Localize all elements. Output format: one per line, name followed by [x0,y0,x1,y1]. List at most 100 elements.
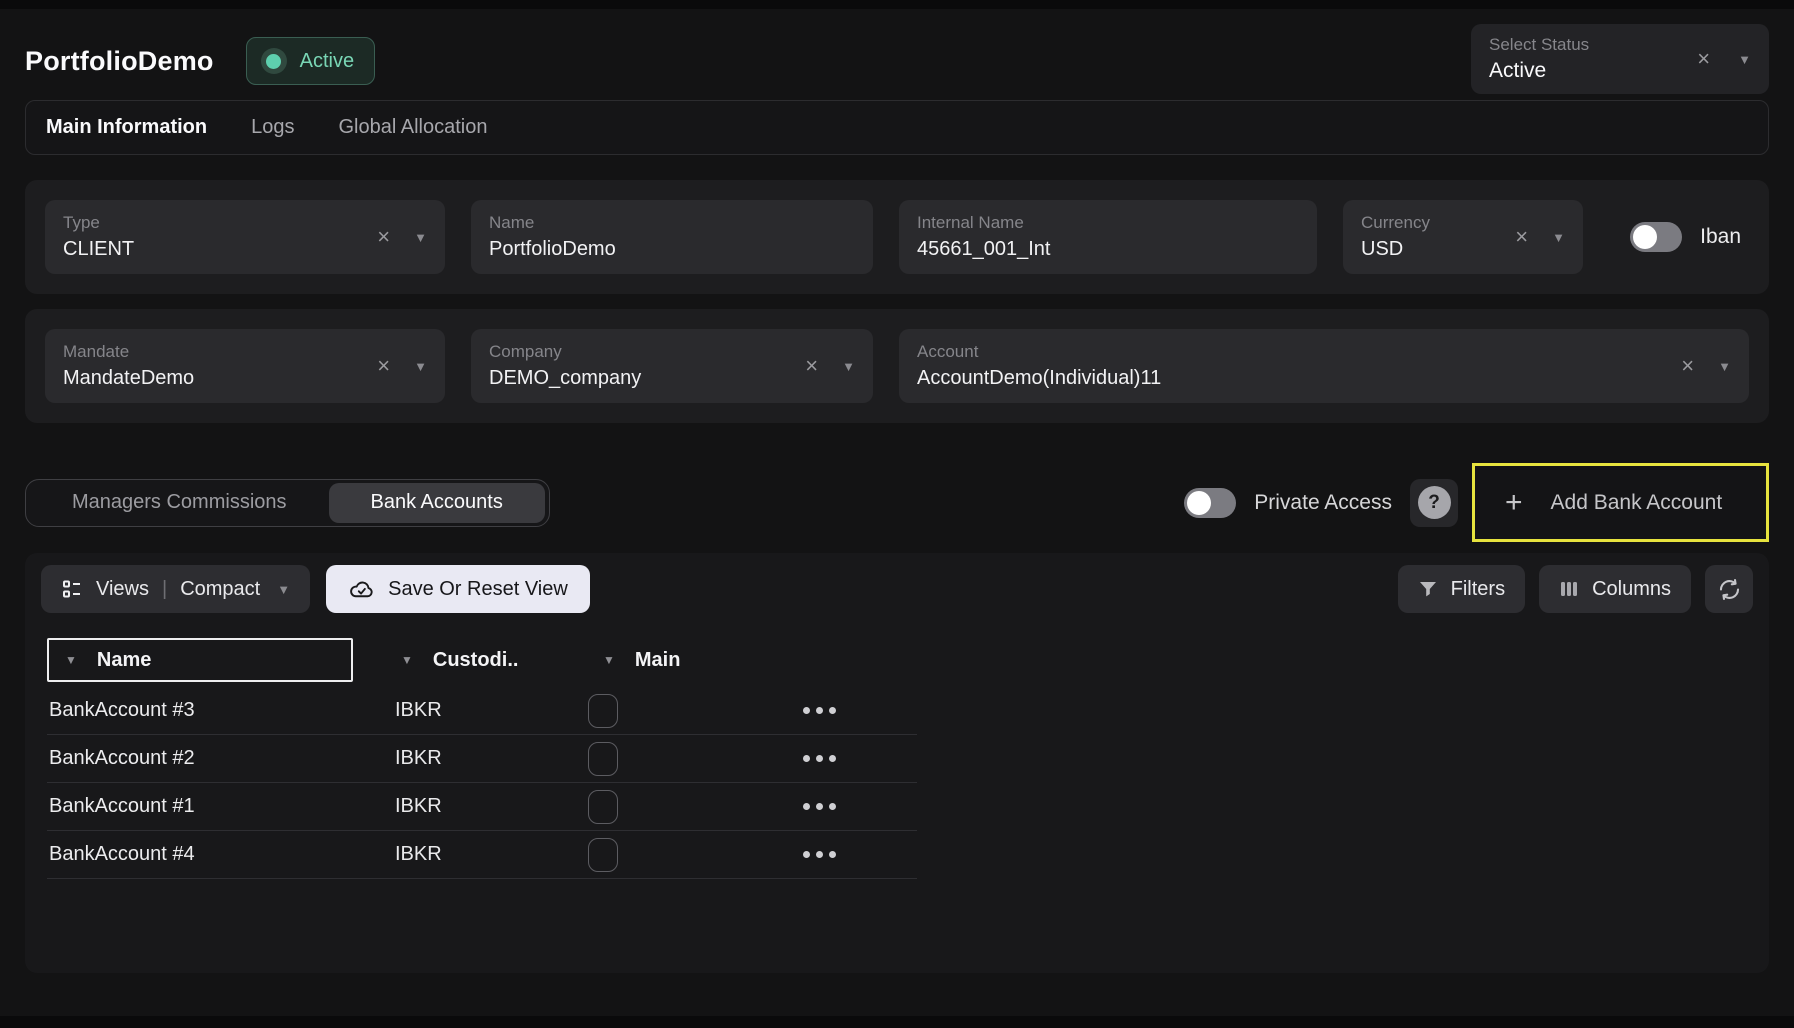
column-header-main[interactable]: ▼ Main [588,649,803,672]
currency-select[interactable]: Currency USD × ▼ [1343,200,1583,274]
table-header-row: ▼ Name ▼ Custodi.. ▼ Main [47,637,917,683]
views-button[interactable]: Views | Compact ▼ [41,565,310,613]
row-actions-menu-icon[interactable] [803,851,917,858]
bank-account-custodian: IBKR [353,843,588,866]
chevron-down-icon[interactable]: ▼ [414,231,427,244]
status-select-value: Active [1489,59,1697,83]
columns-button[interactable]: Columns [1539,565,1691,613]
main-checkbox[interactable] [588,838,618,872]
clear-icon[interactable]: × [377,355,390,377]
tab-logs[interactable]: Logs [251,116,294,139]
clear-icon[interactable]: × [377,226,390,248]
status-select-dropdown[interactable]: Select Status Active × ▼ [1471,24,1769,94]
save-or-reset-label: Save Or Reset View [388,578,568,601]
company-select[interactable]: Company DEMO_company × ▼ [471,329,873,403]
save-or-reset-view-button[interactable]: Save Or Reset View [326,565,590,613]
help-button[interactable]: ? [1410,479,1458,527]
row-actions-menu-icon[interactable] [803,803,917,810]
sort-chevron-icon[interactable]: ▼ [401,654,413,666]
clear-icon[interactable]: × [1515,226,1528,248]
table-row[interactable]: BankAccount #4 IBKR [47,831,917,879]
sort-chevron-icon[interactable]: ▼ [603,654,615,666]
main-checkbox[interactable] [588,790,618,824]
tab-global-allocation[interactable]: Global Allocation [338,116,487,139]
bank-account-custodian: IBKR [353,747,588,770]
status-badge-label: Active [300,50,354,73]
account-select[interactable]: Account AccountDemo(Individual)11 × ▼ [899,329,1749,403]
name-field[interactable]: Name PortfolioDemo [471,200,873,274]
type-select-icons: × ▼ [365,226,427,248]
type-value: CLIENT [63,238,365,261]
account-label: Account [917,342,1669,362]
form-panel-row1: Type CLIENT × ▼ Name PortfolioDemo Inter… [25,180,1769,294]
row-actions-menu-icon[interactable] [803,755,917,762]
column-header-name[interactable]: ▼ Name [47,638,353,682]
mandate-value: MandateDemo [63,367,365,390]
mandate-select[interactable]: Mandate MandateDemo × ▼ [45,329,445,403]
type-label: Type [63,213,365,233]
clear-icon[interactable]: × [1681,355,1694,377]
refresh-icon [1717,577,1742,602]
table-row[interactable]: BankAccount #3 IBKR [47,687,917,735]
bank-account-name: BankAccount #4 [47,843,353,866]
refresh-button[interactable] [1705,565,1753,613]
company-texts: Company DEMO_company [489,342,793,390]
toggle-knob [1187,491,1211,515]
column-header-custodian[interactable]: ▼ Custodi.. [353,649,588,672]
iban-toggle[interactable] [1630,222,1682,252]
segment-bank-accounts[interactable]: Bank Accounts [329,483,545,523]
mandate-icons: × ▼ [365,355,427,377]
clear-icon[interactable]: × [805,355,818,377]
form-panel-row2: Mandate MandateDemo × ▼ Company DEMO_com… [25,309,1769,423]
views-mode-value: Compact [180,578,260,601]
internal-name-value: 45661_001_Int [917,238,1299,261]
table-row[interactable]: BankAccount #1 IBKR [47,783,917,831]
section-segmented-control: Managers Commissions Bank Accounts [25,479,550,527]
iban-label: Iban [1700,225,1741,249]
bank-account-custodian: IBKR [353,795,588,818]
sort-chevron-icon[interactable]: ▼ [65,654,77,666]
views-list-icon [61,578,83,600]
type-select[interactable]: Type CLIENT × ▼ [45,200,445,274]
chevron-down-icon[interactable]: ▼ [842,360,855,373]
status-select-texts: Select Status Active [1489,35,1697,83]
filters-button[interactable]: Filters [1398,565,1525,613]
status-dot-icon [261,48,287,74]
page-title: PortfolioDemo [25,46,214,77]
private-access-group: Private Access ? [1184,479,1458,527]
chevron-down-icon[interactable]: ▼ [1738,53,1751,66]
status-select-label: Select Status [1489,35,1697,55]
table-row[interactable]: BankAccount #2 IBKR [47,735,917,783]
question-mark-icon: ? [1418,486,1451,519]
type-select-texts: Type CLIENT [63,213,365,261]
main-checkbox[interactable] [588,694,618,728]
row-actions-menu-icon[interactable] [803,707,917,714]
add-bank-account-button[interactable]: + Add Bank Account [1475,488,1766,518]
mandate-label: Mandate [63,342,365,362]
chevron-down-icon[interactable]: ▼ [1718,360,1731,373]
company-value: DEMO_company [489,367,793,390]
account-icons: × ▼ [1669,355,1731,377]
plus-icon: + [1505,488,1523,518]
bank-account-name: BankAccount #3 [47,699,353,722]
private-access-toggle[interactable] [1184,488,1236,518]
company-icons: × ▼ [793,355,855,377]
internal-name-label: Internal Name [917,213,1299,233]
mandate-texts: Mandate MandateDemo [63,342,365,390]
status-badge: Active [246,37,375,85]
add-bank-account-label: Add Bank Account [1551,491,1723,515]
clear-icon[interactable]: × [1697,48,1710,70]
private-access-label: Private Access [1254,491,1392,515]
main-checkbox[interactable] [588,742,618,776]
bank-accounts-panel: Views | Compact ▼ Save Or Reset View [25,553,1769,973]
chevron-down-icon[interactable]: ▼ [1552,231,1565,244]
currency-label: Currency [1361,213,1503,233]
iban-toggle-group: Iban [1630,222,1749,252]
currency-value: USD [1361,238,1503,261]
currency-icons: × ▼ [1503,226,1565,248]
tab-main-information[interactable]: Main Information [46,116,207,139]
internal-name-field[interactable]: Internal Name 45661_001_Int [899,200,1317,274]
chevron-down-icon[interactable]: ▼ [414,360,427,373]
pipe-divider: | [162,578,167,601]
segment-managers-commissions[interactable]: Managers Commissions [30,483,329,523]
